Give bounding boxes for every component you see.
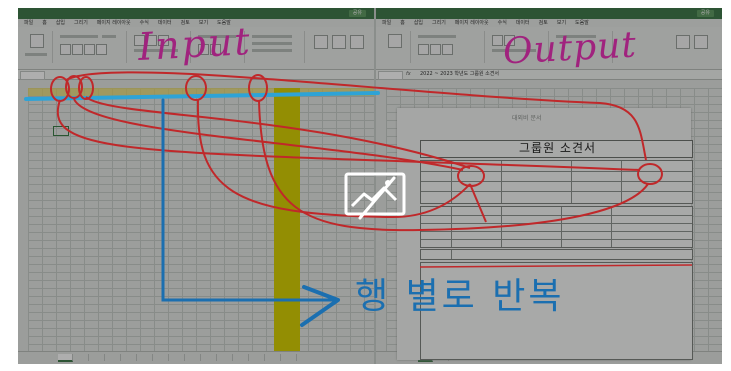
repeat-per-row-label: 행 별로 반복 — [355, 276, 565, 317]
input-handwritten-label: Input — [136, 19, 253, 69]
mapping-arrow — [258, 100, 649, 232]
broken-image-icon — [344, 172, 406, 220]
output-field-circle — [637, 163, 663, 185]
repeat-arrow-head — [300, 285, 340, 327]
mapping-arrow — [469, 183, 487, 223]
mapping-arrow — [65, 71, 647, 161]
output-handwritten-label: Output — [502, 24, 638, 73]
